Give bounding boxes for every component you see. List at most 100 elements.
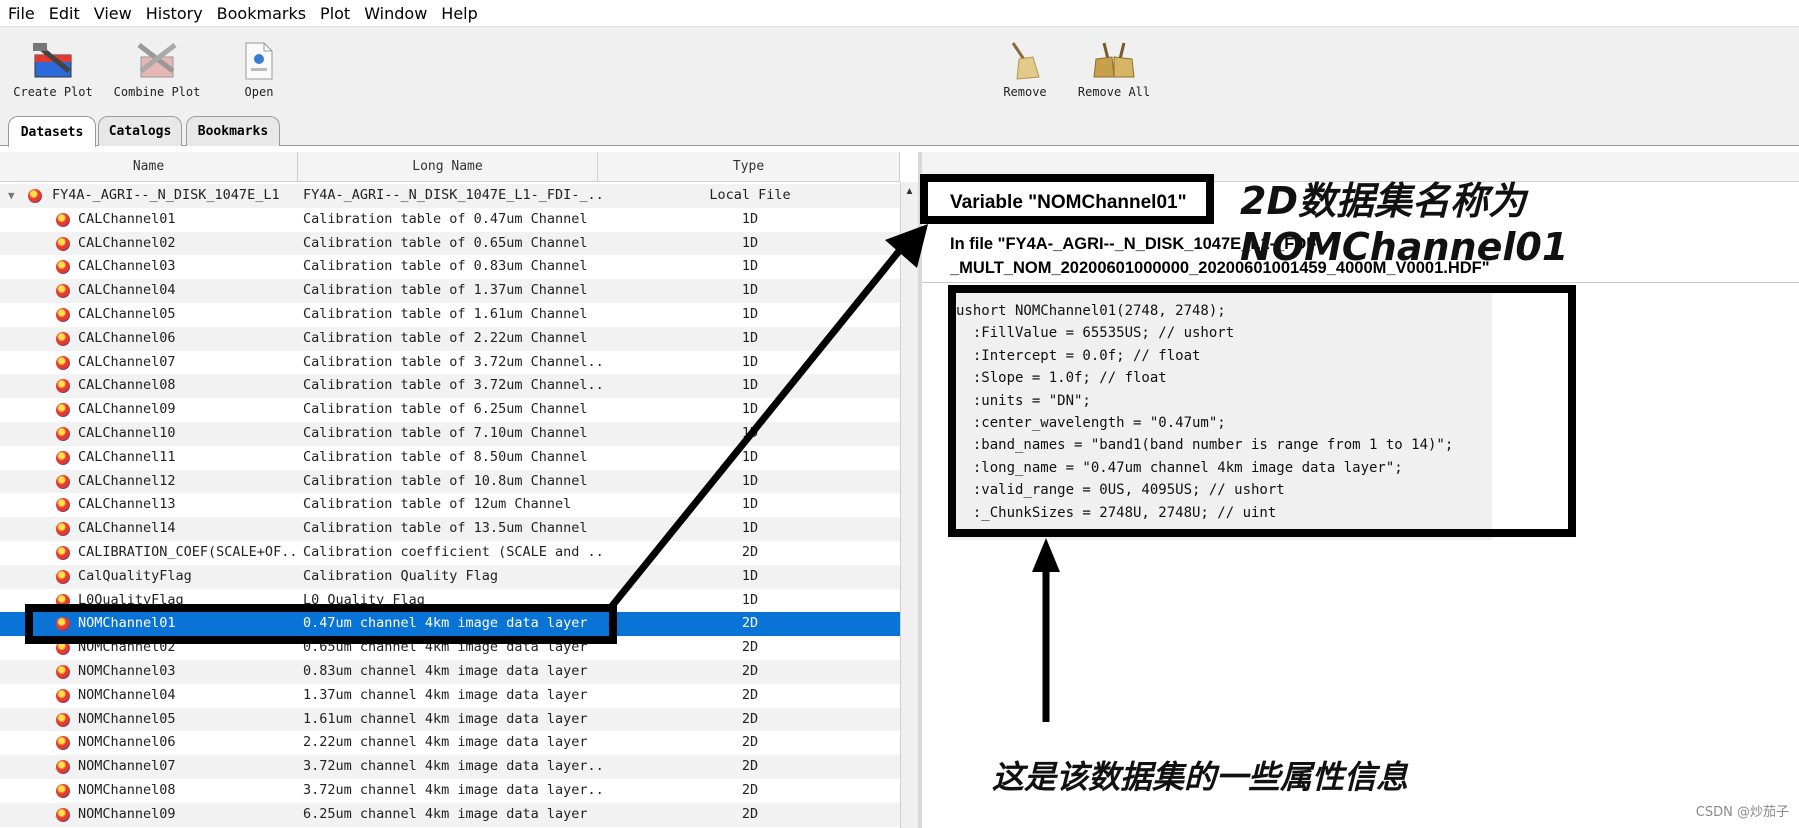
row-type: 1D <box>741 520 759 537</box>
table-row[interactable]: CALChannel04 Calibration table of 1.37um … <box>0 279 900 303</box>
table-row[interactable]: NOMChannel04 1.37um channel 4km image dat… <box>0 684 900 708</box>
variable-icon <box>56 783 70 798</box>
table-row[interactable]: CALChannel08 Calibration table of 3.72um … <box>0 374 900 399</box>
table-row[interactable]: CALChannel11 Calibration table of 8.50um … <box>0 446 900 470</box>
variable-icon <box>56 284 70 299</box>
menu-history[interactable]: History <box>146 4 203 23</box>
menu-view[interactable]: View <box>94 4 132 23</box>
table-row[interactable]: CALChannel01 Calibration table of 0.47um … <box>0 208 900 232</box>
table-row[interactable]: CALChannel03 Calibration table of 0.83um … <box>0 255 900 279</box>
table-row[interactable]: CALChannel07 Calibration table of 3.72um … <box>0 351 900 375</box>
row-name: CALChannel10 <box>78 424 176 441</box>
remove-button[interactable]: Remove <box>1000 41 1050 99</box>
table-row[interactable]: CALChannel13 Calibration table of 12um Ch… <box>0 493 900 517</box>
table-row[interactable]: CALChannel10 Calibration table of 7.10um … <box>0 421 900 446</box>
menu-plot[interactable]: Plot <box>320 4 350 23</box>
combine-plot-label: Combine Plot <box>113 85 201 99</box>
table-row[interactable]: NOMChannel06 2.22um channel 4km image dat… <box>0 731 900 755</box>
row-type: 1D <box>741 496 759 513</box>
row-type: 1D <box>741 305 759 322</box>
row-long-name: Calibration table of 1.37um Channel <box>303 282 588 299</box>
row-long-name: Calibration table of 3.72um Channel.. <box>303 377 603 394</box>
expand-toggle-icon[interactable]: ▼ <box>8 184 22 208</box>
file-row-long-name: FY4A-_AGRI--_N_DISK_1047E_L1-_FDI-_.. <box>303 187 603 203</box>
table-row[interactable]: NOMChannel07 3.72um channel 4km image dat… <box>0 755 900 779</box>
table-scrollbar[interactable]: ▲ <box>900 182 918 828</box>
row-name: NOMChannel06 <box>78 734 176 751</box>
create-plot-button[interactable]: Create Plot <box>12 41 94 99</box>
row-name: NOMChannel03 <box>78 662 176 679</box>
table-row[interactable]: CALChannel12 Calibration table of 10.8um … <box>0 469 900 494</box>
remove-all-button[interactable]: Remove All <box>1076 41 1152 99</box>
file-row[interactable]: ▼ FY4A-_AGRI--_N_DISK_1047E_L1-.. FY4A-_… <box>0 184 900 208</box>
row-type: 1D <box>741 234 759 251</box>
remove-label: Remove <box>1003 85 1047 99</box>
combine-plot-icon <box>137 43 177 78</box>
column-header-type[interactable]: Type <box>598 152 900 182</box>
row-name: CALChannel08 <box>78 377 176 394</box>
brooms-icon <box>1093 42 1135 78</box>
column-header-name[interactable]: Name <box>0 152 298 182</box>
table-row[interactable]: NOMChannel09 6.25um channel 4km image dat… <box>0 802 900 827</box>
row-name: NOMChannel09 <box>78 805 176 822</box>
variable-icon <box>56 236 70 251</box>
row-name: CALChannel14 <box>78 520 176 537</box>
menu-file[interactable]: File <box>8 4 35 23</box>
row-type: 1D <box>741 448 759 465</box>
table-row[interactable]: CALChannel14 Calibration table of 13.5um … <box>0 517 900 541</box>
row-long-name: Calibration table of 1.61um Channel <box>303 305 588 322</box>
table-row[interactable]: NOMChannel05 1.61um channel 4km image dat… <box>0 707 900 732</box>
variable-icon <box>56 712 70 727</box>
menu-bookmarks[interactable]: Bookmarks <box>217 4 306 23</box>
combine-plot-button[interactable]: Combine Plot <box>112 41 202 99</box>
row-long-name: 3.72um channel 4km image data layer.. <box>303 758 603 775</box>
row-type: 1D <box>741 472 759 489</box>
detail-divider <box>922 282 1799 283</box>
table-row[interactable]: CALChannel02 Calibration table of 0.65um … <box>0 231 900 256</box>
row-type: 2D <box>741 781 759 798</box>
table-row[interactable]: CALIBRATION_COEF(SCALE+OF.. Calibration c… <box>0 541 900 565</box>
tab-datasets[interactable]: Datasets <box>8 116 96 147</box>
row-name: CALChannel13 <box>78 496 176 513</box>
annotation-bottom-note: 这是该数据集的一些属性信息 <box>992 758 1409 796</box>
toolbar: Create Plot Combine Plot Open Remove Rem… <box>0 26 1799 110</box>
row-name: CALChannel12 <box>78 472 176 489</box>
table-row[interactable]: CALChannel06 Calibration table of 2.22um … <box>0 326 900 351</box>
dataset-file-icon <box>28 189 42 203</box>
row-long-name: Calibration table of 8.50um Channel <box>303 448 588 465</box>
row-type: 2D <box>741 758 759 775</box>
row-type: 2D <box>741 805 759 822</box>
row-long-name: 2.22um channel 4km image data layer <box>303 734 588 751</box>
table-row[interactable]: NOMChannel03 0.83um channel 4km image dat… <box>0 659 900 684</box>
broom-icon <box>1011 42 1040 80</box>
row-long-name: Calibration Quality Flag <box>303 567 499 584</box>
tab-bookmarks[interactable]: Bookmarks <box>186 116 280 146</box>
scroll-up-icon[interactable]: ▲ <box>901 182 918 197</box>
table-row[interactable]: CalQualityFlag Calibration Quality Flag 1D <box>0 564 900 589</box>
row-name: CALChannel07 <box>78 353 176 370</box>
menu-window[interactable]: Window <box>364 4 427 23</box>
annotation-top-note: 2D数据集名称为NOMChannel01 <box>1240 179 1569 269</box>
table-row[interactable]: CALChannel05 Calibration table of 1.61um … <box>0 303 900 327</box>
variable-icon <box>56 545 70 560</box>
table-row[interactable]: CALChannel09 Calibration table of 6.25um … <box>0 398 900 422</box>
menu-edit[interactable]: Edit <box>49 4 80 23</box>
row-type: 2D <box>741 543 759 560</box>
row-long-name: Calibration table of 2.22um Channel <box>303 329 588 346</box>
table-row[interactable]: NOMChannel08 3.72um channel 4km image dat… <box>0 779 900 803</box>
row-long-name: Calibration table of 13.5um Channel <box>303 520 588 537</box>
variable-icon <box>56 807 70 822</box>
row-name: CALChannel02 <box>78 234 176 251</box>
row-long-name: Calibration table of 12um Channel <box>303 496 572 513</box>
file-row-type: Local File <box>709 187 791 203</box>
column-header-long-name[interactable]: Long Name <box>298 152 598 182</box>
variable-icon <box>56 688 70 703</box>
menu-help[interactable]: Help <box>441 4 477 23</box>
variable-icon <box>56 736 70 751</box>
variable-icon <box>56 403 70 418</box>
row-type: 1D <box>741 424 759 441</box>
open-button[interactable]: Open <box>236 41 282 99</box>
highlight-frame-variable-title <box>920 174 1214 224</box>
tab-catalogs[interactable]: Catalogs <box>98 116 182 146</box>
row-type: 2D <box>741 639 759 656</box>
